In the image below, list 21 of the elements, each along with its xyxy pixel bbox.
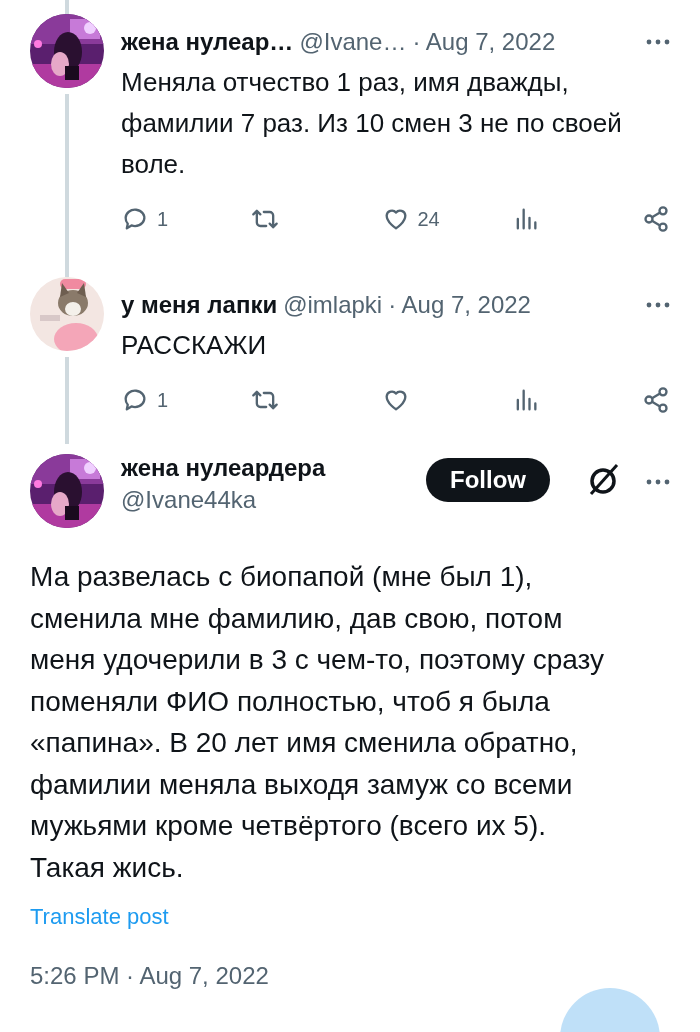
more-icon[interactable] xyxy=(646,302,670,308)
author-name[interactable]: жена нулеар… xyxy=(121,28,294,56)
reply-text: РАССКАЖИ xyxy=(121,329,268,362)
more-icon[interactable] xyxy=(646,39,670,45)
like-count: 24 xyxy=(417,207,440,231)
share-icon xyxy=(642,205,670,233)
post-date[interactable]: · Aug 7, 2022 xyxy=(388,291,531,319)
follow-button[interactable]: Follow xyxy=(426,458,550,502)
reply-count: 1 xyxy=(157,388,169,412)
reply-text: Меняла отчество 1 раз, имя дважды, фамилии 7 раз. Из 10 смен 3 не по своей воле. xyxy=(121,66,623,181)
author-handle[interactable]: @Ivane44ka xyxy=(121,486,409,514)
author-name[interactable]: у меня лапки xyxy=(121,291,278,319)
post-timestamp: 5:26 PM · Aug 7, 2022 xyxy=(30,962,269,990)
post-date[interactable]: · Aug 7, 2022 xyxy=(412,28,556,56)
author-handle[interactable]: @Ivane… xyxy=(299,28,407,56)
more-icon[interactable] xyxy=(646,479,670,485)
share-icon xyxy=(642,386,670,414)
author-name[interactable]: жена нулеардера xyxy=(121,454,409,482)
reply-count: 1 xyxy=(157,207,169,231)
post-text: Ма развелась с биопапой (мне был 1), сменила мне фамилию, дав свою, потом меня удочерили в 3 с чем-то, поэтому сразу поменяли ФИО полностью, чтоб я была «папина». В 20 лет имя сменила обратно, фамилии меняла выходя замуж со всеми мужьями кроме четвёртого (всего их 5). Такая жись. xyxy=(30,560,606,885)
author-handle[interactable]: @imlapki xyxy=(283,291,383,319)
